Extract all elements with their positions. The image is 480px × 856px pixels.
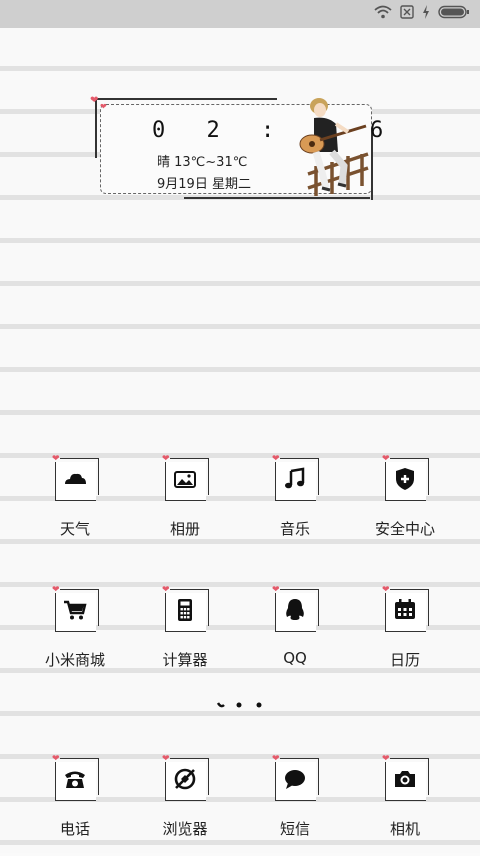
dock-app-messages[interactable]: ❤ 短信 (240, 754, 350, 856)
camera-icon (395, 771, 415, 787)
app-label: 安全中心 (374, 520, 435, 538)
heart-icon: ❤ (382, 454, 390, 464)
heart-icon: ❤ (162, 454, 170, 464)
calendar-icon (395, 599, 415, 619)
battery-icon (438, 5, 469, 19)
app-icon: ❤ (52, 454, 99, 502)
app-qq[interactable]: ❤ QQ (240, 585, 350, 687)
app-icon: ❤ (272, 454, 319, 502)
app-label: 日历 (389, 651, 420, 669)
app-icon: ❤ (272, 754, 319, 802)
app-label: 小米商城 (44, 651, 105, 669)
app-label: 音乐 (279, 520, 310, 538)
heart-icon: ❤ (52, 454, 60, 464)
heart-icon: ❤ (162, 754, 170, 764)
heart-icon: ❤ (382, 754, 390, 764)
cloud-icon (65, 473, 86, 484)
weather-text: 晴 13℃~31℃ (157, 155, 248, 170)
app-weather[interactable]: ❤ 天气 (20, 454, 130, 556)
app-label: 浏览器 (162, 820, 208, 838)
heart-icon: ❤ (90, 95, 99, 106)
page-dot (236, 702, 242, 708)
app-icon: ❤ (52, 754, 99, 802)
shield-plus-icon (396, 468, 414, 490)
heart-icon: ❤ (272, 585, 280, 595)
heart-icon: ❤ (52, 754, 60, 764)
page-dot (256, 702, 262, 708)
app-icon: ❤ (162, 454, 209, 502)
heart-icon: ❤ (272, 454, 280, 464)
app-gallery[interactable]: ❤ 相册 (130, 454, 240, 556)
guitar-player-illustration (299, 98, 369, 196)
page-dot-active (216, 702, 225, 708)
date-text: 9月19日 星期二 (157, 177, 251, 192)
heart-icon: ❤ (52, 585, 60, 595)
page-indicator[interactable] (215, 700, 265, 710)
dock-app-camera[interactable]: ❤ 相机 (350, 754, 460, 856)
sim-x-icon (400, 5, 414, 19)
app-icon: ❤ (162, 585, 209, 633)
calculator-icon (178, 599, 192, 621)
dock-app-browser[interactable]: ❤ 浏览器 (130, 754, 240, 856)
heart-icon: ❤ (382, 585, 390, 595)
widget-decor-line (95, 98, 97, 158)
status-bar (0, 0, 480, 28)
browser-icon (174, 768, 196, 790)
app-calendar[interactable]: ❤ 日历 (350, 585, 460, 687)
heart-icon: ❤ (162, 585, 170, 595)
heart-icon: ❤ (100, 102, 107, 111)
cart-icon (64, 600, 87, 620)
penguin-icon (286, 599, 304, 620)
app-label: 相机 (389, 820, 420, 838)
wifi-icon (374, 5, 392, 19)
widget-decor-line (97, 98, 277, 100)
app-label: 短信 (279, 820, 310, 838)
image-icon (174, 471, 196, 488)
app-icon: ❤ (382, 585, 429, 633)
app-icon: ❤ (52, 585, 99, 633)
phone-icon (65, 771, 85, 788)
app-icon: ❤ (382, 754, 429, 802)
message-icon (285, 770, 305, 789)
app-calculator[interactable]: ❤ 计算器 (130, 585, 240, 687)
dock-app-phone[interactable]: ❤ 电话 (20, 754, 130, 856)
app-icon: ❤ (382, 454, 429, 502)
app-label: 电话 (59, 820, 90, 838)
heart-icon: ❤ (272, 754, 280, 764)
app-security-center[interactable]: ❤ 安全中心 (350, 454, 460, 556)
app-label: 计算器 (162, 651, 208, 669)
music-note-icon (285, 467, 305, 489)
app-icon: ❤ (272, 585, 319, 633)
charging-icon (423, 5, 429, 19)
app-music[interactable]: ❤ 音乐 (240, 454, 350, 556)
app-icon: ❤ (162, 754, 209, 802)
app-mi-store[interactable]: ❤ 小米商城 (20, 585, 130, 687)
app-label: 相册 (169, 520, 200, 538)
app-label: QQ (283, 649, 307, 667)
app-label: 天气 (59, 520, 90, 538)
